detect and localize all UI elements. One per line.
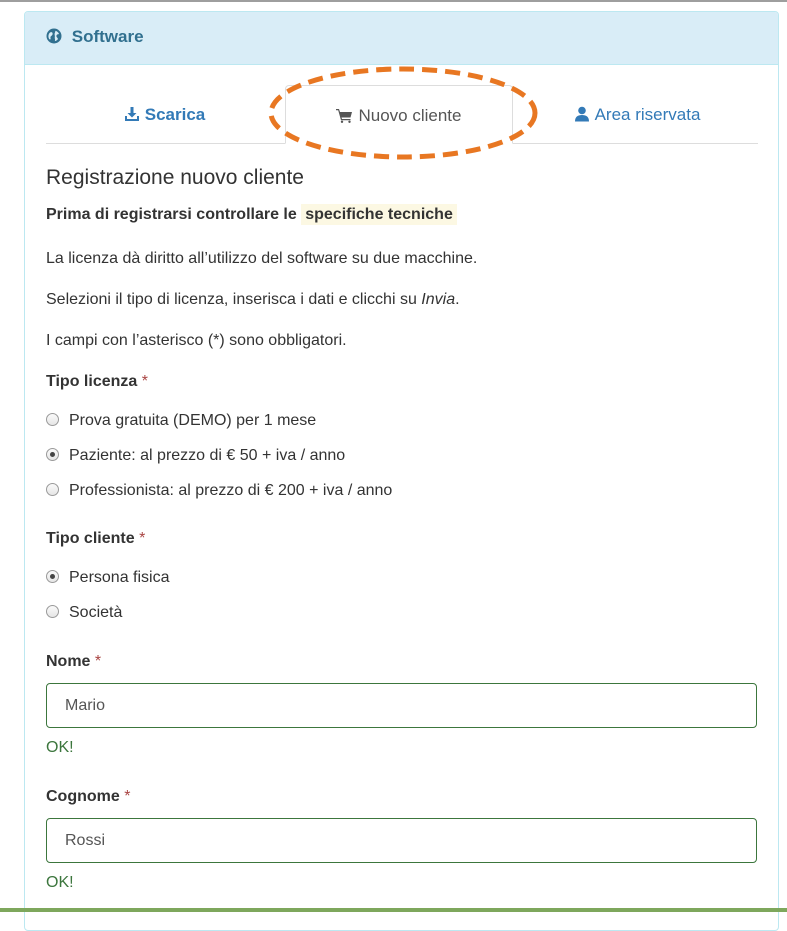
required-asterisk: *	[141, 373, 148, 390]
tech-spec-notice: Prima di registrarsi controllare le spec…	[46, 204, 457, 225]
bottom-divider	[0, 908, 787, 912]
radio-label: Paziente: al prezzo di € 50 + iva / anno	[69, 447, 346, 464]
download-icon	[124, 107, 139, 121]
license-type-label-text: Tipo licenza	[46, 373, 138, 390]
radio-button[interactable]	[46, 570, 59, 583]
license-note: La licenza dà diritto all’utilizzo del s…	[46, 250, 478, 267]
tab-scarica-label: Scarica	[144, 105, 206, 124]
tech-spec-prefix: Prima di registrarsi controllare le	[46, 206, 297, 223]
cognome-input[interactable]	[46, 818, 757, 863]
instructions-prefix: Selezioni il tipo di licenza, inserisca …	[46, 291, 417, 308]
required-asterisk: *	[139, 530, 146, 547]
client-type-label: Tipo cliente *	[46, 530, 145, 548]
tech-spec-link[interactable]: specifiche tecniche	[301, 204, 457, 225]
radio-label: Prova gratuita (DEMO) per 1 mese	[69, 412, 317, 429]
radio-client-societa[interactable]: Società	[46, 604, 122, 624]
radio-license-professionista[interactable]: Professionista: al prezzo di € 200 + iva…	[46, 482, 392, 502]
radio-button[interactable]	[46, 605, 59, 618]
license-type-label: Tipo licenza *	[46, 373, 148, 391]
radio-label: Società	[69, 604, 123, 621]
panel-heading: Software	[25, 12, 778, 65]
radio-license-demo[interactable]: Prova gratuita (DEMO) per 1 mese	[46, 412, 316, 432]
radio-button[interactable]	[46, 448, 59, 461]
radio-button[interactable]	[46, 483, 59, 496]
required-asterisk: *	[124, 788, 131, 805]
tab-area-riservata-label: Area riservata	[594, 105, 701, 124]
form-heading: Registrazione nuovo cliente	[46, 166, 304, 189]
cognome-label: Cognome *	[46, 788, 130, 806]
top-divider	[0, 0, 787, 2]
nome-status: OK!	[46, 739, 74, 756]
tab-area-riservata[interactable]: Area riservata	[516, 85, 758, 143]
radio-button[interactable]	[46, 413, 59, 426]
tab-bar: Scarica Nuovo cliente Area riservata	[46, 85, 758, 144]
user-icon	[574, 106, 589, 122]
radio-license-paziente[interactable]: Paziente: al prezzo di € 50 + iva / anno	[46, 447, 345, 467]
nome-label: Nome *	[46, 653, 101, 671]
tab-scarica[interactable]: Scarica	[46, 85, 283, 143]
tab-nuovo-cliente[interactable]: Nuovo cliente	[285, 85, 513, 144]
cognome-status: OK!	[46, 874, 74, 891]
software-panel: Software Scarica Nuovo cliente Area rise…	[24, 11, 779, 931]
client-type-label-text: Tipo cliente	[46, 530, 135, 547]
tab-nuovo-cliente-label: Nuovo cliente	[358, 106, 462, 125]
instructions: Selezioni il tipo di licenza, inserisca …	[46, 291, 460, 309]
radio-label: Persona fisica	[69, 569, 170, 586]
radio-client-persona-fisica[interactable]: Persona fisica	[46, 569, 170, 589]
globe-icon	[46, 28, 62, 44]
nome-label-text: Nome	[46, 653, 91, 670]
cognome-label-text: Cognome	[46, 788, 120, 805]
instructions-invia: Invia	[421, 291, 456, 308]
radio-label: Professionista: al prezzo di € 200 + iva…	[69, 482, 393, 499]
required-asterisk: *	[94, 653, 102, 670]
panel-title: Software	[71, 27, 144, 46]
cart-icon	[336, 109, 353, 123]
instructions-suffix: .	[455, 291, 460, 308]
required-note: I campi con l’asterisco (*) sono obbliga…	[46, 332, 347, 349]
nome-input[interactable]	[46, 683, 757, 728]
